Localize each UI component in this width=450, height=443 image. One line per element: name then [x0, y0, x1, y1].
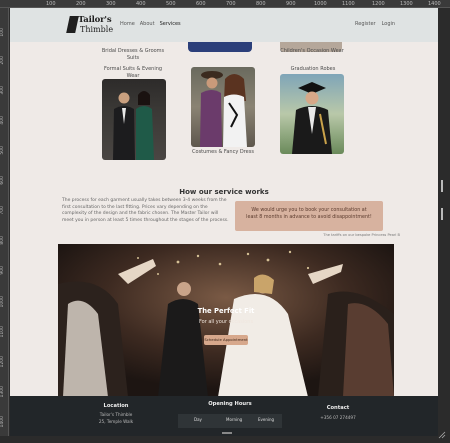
opening-hours-table: Day Morning Evening — [178, 414, 282, 428]
ruler-mark: 1100 — [342, 1, 355, 7]
category-title: Graduation Robes — [290, 66, 336, 72]
footer-contact-title: Contact — [326, 405, 350, 411]
nav-link-services[interactable]: Services — [160, 21, 181, 27]
ruler-mark: 1100 — [0, 326, 5, 338]
ruler-left: 100 200 300 400 500 600 700 800 900 1000… — [0, 8, 9, 436]
ruler-mark: 800 — [256, 1, 266, 7]
hours-col-evening: Evening — [258, 417, 275, 422]
ruler-mark: 300 — [0, 86, 5, 95]
tariff-note: The tariffs on our bespoke Princess Pear… — [323, 233, 400, 237]
process-description: The process for each garment usually tak… — [62, 198, 229, 223]
ruler-mark: 600 — [0, 176, 5, 185]
resize-corner-icon[interactable] — [438, 424, 446, 439]
nav-link-home[interactable]: Home — [120, 21, 135, 27]
hours-col-morning: Morning — [226, 417, 243, 422]
ruler-mark: 800 — [0, 236, 5, 245]
footer-contact-phone[interactable]: +356 07 274497 — [310, 415, 366, 420]
ruler-mark: 100 — [0, 28, 5, 37]
costumes-caption: Costumes & Fancy Dress — [192, 149, 254, 155]
footer-location-title: Location — [103, 403, 129, 409]
ruler-mark: 600 — [196, 1, 206, 7]
graduation-photo[interactable] — [280, 74, 344, 154]
ruler-mark: 1200 — [0, 356, 5, 368]
ruler-mark: 1300 — [400, 1, 413, 7]
footer-location-name: Tailor's Thimble — [99, 412, 133, 417]
ruler-mark: 900 — [286, 1, 296, 7]
booking-notice: We would urge you to book your consultat… — [235, 201, 383, 231]
nav-link-about[interactable]: About — [140, 21, 155, 27]
brand-logo[interactable]: Tailor's Thimble — [66, 14, 114, 36]
ruler-mark: 500 — [0, 146, 5, 155]
nav-links: Home About Services — [120, 21, 181, 27]
footer-hours-title: Opening Hours — [208, 401, 252, 407]
ruler-mark: 300 — [106, 1, 116, 7]
category-title: Formal Suits & Evening Wear — [103, 66, 163, 79]
partial-photo — [188, 42, 252, 52]
ruler-mark: 200 — [76, 1, 86, 7]
footer-location-address: 25, Temple Walk — [98, 419, 134, 424]
register-link[interactable]: Register — [355, 21, 376, 27]
ruler-mark: 1400 — [0, 416, 5, 428]
ruler-mark: 200 — [0, 56, 5, 65]
section-title: How our service works — [179, 188, 269, 196]
page-canvas: Tailor's Thimble Home About Services Reg… — [10, 8, 438, 436]
logo-line2: Thimble — [80, 25, 114, 34]
schedule-appointment-button[interactable]: Schedule Appointment — [204, 335, 248, 345]
hours-col-day: Day — [194, 417, 202, 422]
ruler-mark: 1200 — [372, 1, 385, 7]
hero-banner: The Perfect Fit For all your occasions S… — [58, 244, 394, 397]
hero-title: The Perfect Fit — [197, 307, 255, 315]
thimble-logo-icon — [66, 16, 79, 33]
scroll-indicator[interactable] — [222, 432, 232, 434]
ruler-mark: 1000 — [0, 296, 5, 308]
category-caption: Children's Occasion Wear — [280, 48, 344, 54]
category-caption: Bridal Dresses & Grooms Suits — [101, 48, 165, 61]
ruler-mark: 400 — [136, 1, 146, 7]
ruler-mark: 1000 — [314, 1, 327, 7]
logo-line1: Tailor's — [78, 15, 112, 25]
top-navbar: Tailor's Thimble Home About Services Reg… — [10, 8, 438, 42]
ruler-mark: 400 — [0, 116, 5, 125]
costumes-photo[interactable] — [191, 67, 255, 147]
hero-subtitle: For all your occasions — [198, 319, 254, 325]
ruler-mark: 700 — [226, 1, 236, 7]
ruler-mark: 700 — [0, 206, 5, 215]
ruler-mark: 500 — [166, 1, 176, 7]
ruler-mark: 100 — [46, 1, 56, 7]
resize-handle-right[interactable] — [441, 180, 443, 192]
login-link[interactable]: Login — [382, 21, 396, 27]
ruler-mark: 900 — [0, 266, 5, 275]
ruler-mark: 1300 — [0, 386, 5, 398]
nav-auth-links: Register Login — [355, 21, 395, 27]
ruler-mark: 1400 — [428, 1, 441, 7]
formal-suits-photo[interactable] — [102, 79, 166, 160]
ruler-top: 100 200 300 400 500 600 700 800 900 1000… — [0, 0, 450, 8]
canvas-margin-right — [438, 8, 450, 436]
resize-handle-right-lower[interactable] — [441, 208, 443, 220]
